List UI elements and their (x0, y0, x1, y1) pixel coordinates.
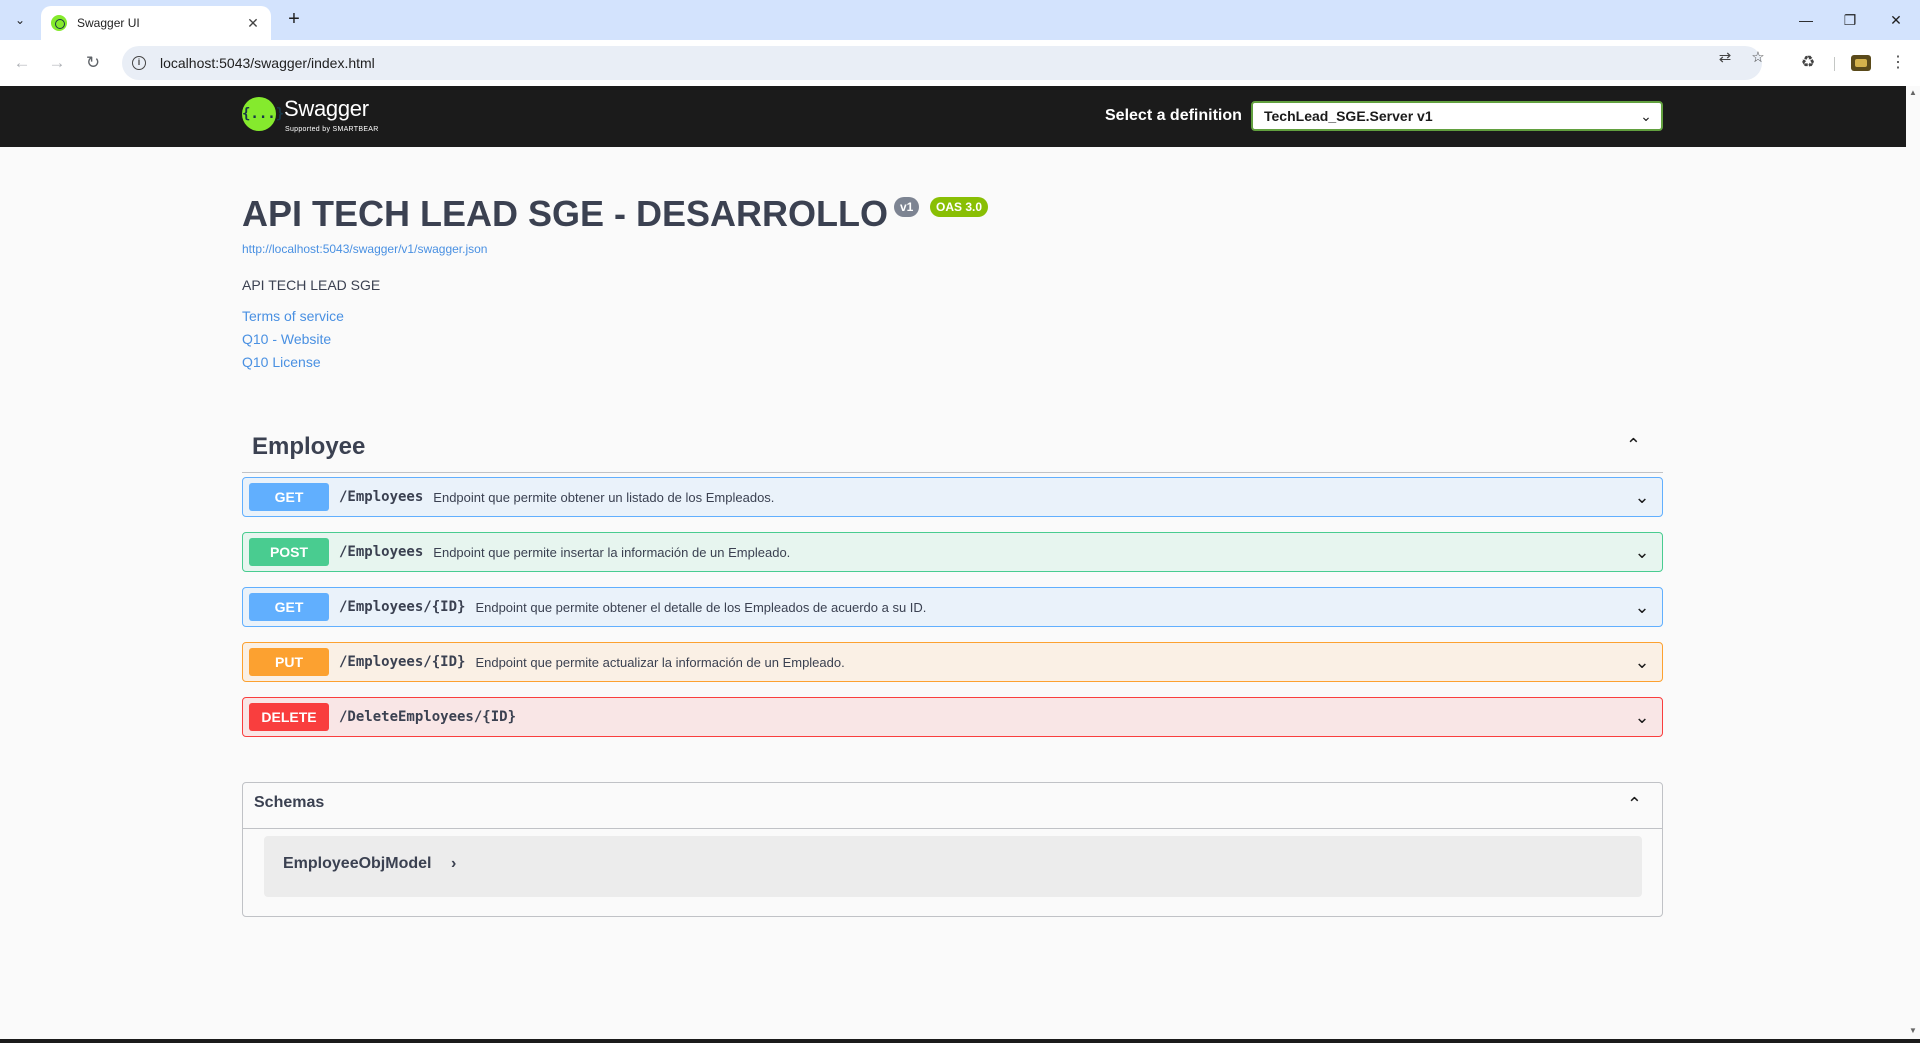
model-name[interactable]: EmployeeObjModel (283, 855, 431, 873)
scroll-up-icon[interactable]: ▲ (1909, 88, 1917, 97)
restore-icon[interactable]: ❐ (1836, 8, 1864, 32)
swagger-topbar: {...} Swagger Supported by SMARTBEAR Sel… (0, 86, 1906, 147)
operation-put-employee-by-id[interactable]: PUT /Employees/{ID} Endpoint que permite… (242, 642, 1663, 682)
tab-title: Swagger UI (77, 16, 140, 30)
model-item[interactable]: EmployeeObjModel › (264, 836, 1642, 897)
operation-summary: Endpoint que permite obtener el detalle … (475, 599, 927, 615)
schemas-section: Schemas ⌃ EmployeeObjModel › (242, 782, 1663, 917)
minimize-icon[interactable]: — (1792, 8, 1820, 32)
swagger-logo-text[interactable]: Swagger (284, 96, 369, 122)
browser-tab-bar: ⌄ Swagger UI ✕ + — ❐ ✕ (0, 0, 1920, 40)
reload-icon[interactable]: ↻ (82, 52, 104, 74)
chevron-down-icon[interactable]: ⌄ (1622, 597, 1662, 618)
operation-path: /Employees/{ID} (339, 654, 466, 670)
oas-badge: OAS 3.0 (930, 197, 989, 217)
tag-section-employee[interactable]: Employee ⌃ (242, 423, 1663, 473)
browser-toolbar: ← → ↻ i localhost:5043/swagger/index.htm… (0, 40, 1920, 86)
scroll-down-icon[interactable]: ▼ (1909, 1026, 1917, 1035)
chevron-down-icon[interactable]: ⌄ (1622, 487, 1662, 508)
method-badge: GET (249, 483, 329, 511)
chevron-right-icon[interactable]: › (451, 855, 456, 873)
swagger-favicon-icon (51, 15, 67, 31)
chevron-up-icon[interactable]: ⌃ (1626, 435, 1641, 456)
chevron-down-icon[interactable]: ⌄ (1622, 652, 1662, 673)
method-badge: PUT (249, 648, 329, 676)
translate-icon[interactable]: ⇄ (1714, 48, 1736, 66)
operation-path: /Employees (339, 544, 424, 560)
browser-tab[interactable]: Swagger UI ✕ (41, 6, 271, 40)
bookmark-star-icon[interactable]: ☆ (1747, 48, 1769, 66)
swagger-logo-icon[interactable]: {...} (242, 97, 284, 131)
forward-arrow-icon[interactable]: → (46, 52, 68, 74)
schemas-header[interactable]: Schemas ⌃ (243, 783, 1662, 829)
spec-url-link[interactable]: http://localhost:5043/swagger/v1/swagger… (242, 242, 487, 256)
operation-delete-employee-by-id[interactable]: DELETE /DeleteEmployees/{ID} ⌄ (242, 697, 1663, 737)
operation-summary: Endpoint que permite obtener un listado … (433, 489, 775, 505)
tag-name: Employee (252, 433, 366, 460)
chevron-down-icon: ⌄ (1640, 107, 1652, 124)
bottom-edge (0, 1039, 1920, 1043)
extensions-puzzle-icon[interactable]: ♻ (1797, 52, 1819, 74)
chevron-down-icon[interactable]: ⌄ (1622, 542, 1662, 563)
operation-summary: Endpoint que permite insertar la informa… (433, 544, 791, 560)
tab-search-chevron-icon[interactable]: ⌄ (8, 8, 32, 32)
method-badge: DELETE (249, 703, 329, 731)
page-scrollbar[interactable]: ▲ ▼ (1906, 86, 1920, 1043)
definition-select[interactable]: TechLead_SGE.Server v1 ⌄ (1251, 101, 1663, 131)
browser-menu-icon[interactable]: ⋮ (1887, 52, 1909, 74)
profile-avatar-icon[interactable] (1851, 55, 1871, 71)
chevron-up-icon[interactable]: ⌃ (1627, 794, 1642, 815)
select-definition-label: Select a definition (1105, 107, 1242, 124)
url-text: localhost:5043/swagger/index.html (160, 55, 375, 71)
version-badge: v1 (894, 197, 920, 217)
api-description: API TECH LEAD SGE (242, 277, 381, 293)
back-arrow-icon[interactable]: ← (11, 52, 33, 74)
operation-get-employees[interactable]: GET /Employees Endpoint que permite obte… (242, 477, 1663, 517)
toolbar-divider (1834, 57, 1835, 71)
new-tab-plus-icon[interactable]: + (282, 8, 306, 32)
site-info-icon[interactable]: i (132, 56, 146, 70)
tab-close-icon[interactable]: ✕ (245, 15, 261, 32)
chevron-down-icon[interactable]: ⌄ (1622, 707, 1662, 728)
address-bar[interactable]: i localhost:5043/swagger/index.html (122, 46, 1762, 80)
window-close-icon[interactable]: ✕ (1882, 8, 1910, 32)
operation-path: /Employees (339, 489, 424, 505)
schemas-title: Schemas (254, 794, 325, 811)
operation-get-employee-by-id[interactable]: GET /Employees/{ID} Endpoint que permite… (242, 587, 1663, 627)
operation-path: /DeleteEmployees/{ID} (339, 709, 517, 725)
swagger-logo-subtext: Supported by SMARTBEAR (285, 126, 379, 133)
api-title: API TECH LEAD SGE - DESARROLLO (242, 193, 889, 234)
operation-post-employees[interactable]: POST /Employees Endpoint que permite ins… (242, 532, 1663, 572)
operation-summary: Endpoint que permite actualizar la infor… (475, 654, 845, 670)
method-badge: POST (249, 538, 329, 566)
website-link[interactable]: Q10 - Website (242, 331, 331, 347)
method-badge: GET (249, 593, 329, 621)
operation-path: /Employees/{ID} (339, 599, 466, 615)
license-link[interactable]: Q10 License (242, 354, 321, 370)
definition-select-value: TechLead_SGE.Server v1 (1264, 108, 1433, 124)
terms-of-service-link[interactable]: Terms of service (242, 308, 344, 324)
